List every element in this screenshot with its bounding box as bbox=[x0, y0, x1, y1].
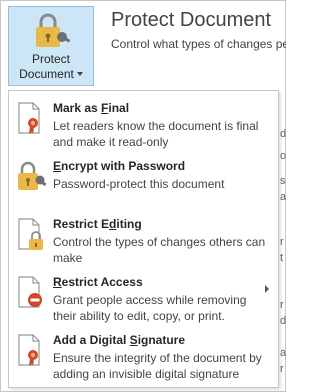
protect-document-menu: Mark as Final Let readers know the docum… bbox=[8, 90, 279, 388]
menu-item-description: Ensure the integrity of the document by … bbox=[53, 351, 262, 381]
menu-item-description: Control the types of changes others can … bbox=[53, 235, 266, 265]
background-text-fragment: d bbox=[280, 315, 286, 327]
background-text-fragment: r bbox=[280, 236, 284, 248]
protect-label-line2: Document bbox=[19, 67, 74, 81]
menu-item-encrypt-with-password[interactable]: Encrypt with Password Password-protect t… bbox=[9, 153, 278, 211]
submenu-arrow-icon bbox=[265, 285, 269, 293]
background-text-fragment: a bbox=[280, 347, 286, 359]
mark-as-final-icon bbox=[15, 101, 47, 135]
menu-item-mark-as-final[interactable]: Mark as Final Let readers know the docum… bbox=[9, 95, 278, 153]
page-title: Protect Document bbox=[111, 9, 272, 31]
background-text-fragment: o bbox=[280, 150, 286, 162]
protect-label-line1: Protect bbox=[31, 52, 70, 66]
dropdown-caret-icon bbox=[76, 72, 83, 76]
encrypt-lock-key-icon bbox=[15, 159, 47, 193]
menu-item-title: Add a Digital Signature bbox=[53, 333, 186, 347]
menu-item-restrict-access[interactable]: Restrict Access Grant people access whil… bbox=[9, 269, 278, 327]
restrict-editing-icon bbox=[15, 217, 47, 251]
page-description: Control what types of changes pe bbox=[111, 37, 286, 51]
menu-item-description: Password-protect this document bbox=[53, 177, 225, 191]
menu-item-add-digital-signature[interactable]: Add a Digital Signature Ensure the integ… bbox=[9, 327, 278, 385]
menu-item-title: Encrypt with Password bbox=[53, 159, 186, 173]
menu-item-description: Grant people access while removing their… bbox=[53, 293, 247, 323]
background-text-fragment: r bbox=[280, 299, 284, 311]
background-text-fragment: a bbox=[280, 191, 286, 203]
background-text-fragment: s bbox=[280, 175, 286, 187]
menu-item-restrict-editing[interactable]: Restrict Editing Control the types of ch… bbox=[9, 211, 278, 269]
menu-item-description: Let readers know the document is final a… bbox=[53, 119, 259, 149]
menu-item-title: Restrict Access bbox=[53, 275, 143, 289]
protect-document-button[interactable]: Protect Document bbox=[8, 6, 94, 86]
restrict-access-icon bbox=[15, 275, 47, 309]
lock-key-icon bbox=[31, 13, 71, 56]
background-text-fragment: t bbox=[280, 252, 284, 264]
menu-item-title: Restrict Editing bbox=[53, 217, 142, 231]
background-text-fragment: d bbox=[280, 128, 286, 140]
background-text-fragment: r bbox=[280, 363, 284, 375]
digital-signature-icon bbox=[15, 333, 47, 367]
protect-document-label: Protect Document bbox=[9, 52, 93, 82]
menu-item-title: Mark as Final bbox=[53, 101, 130, 115]
